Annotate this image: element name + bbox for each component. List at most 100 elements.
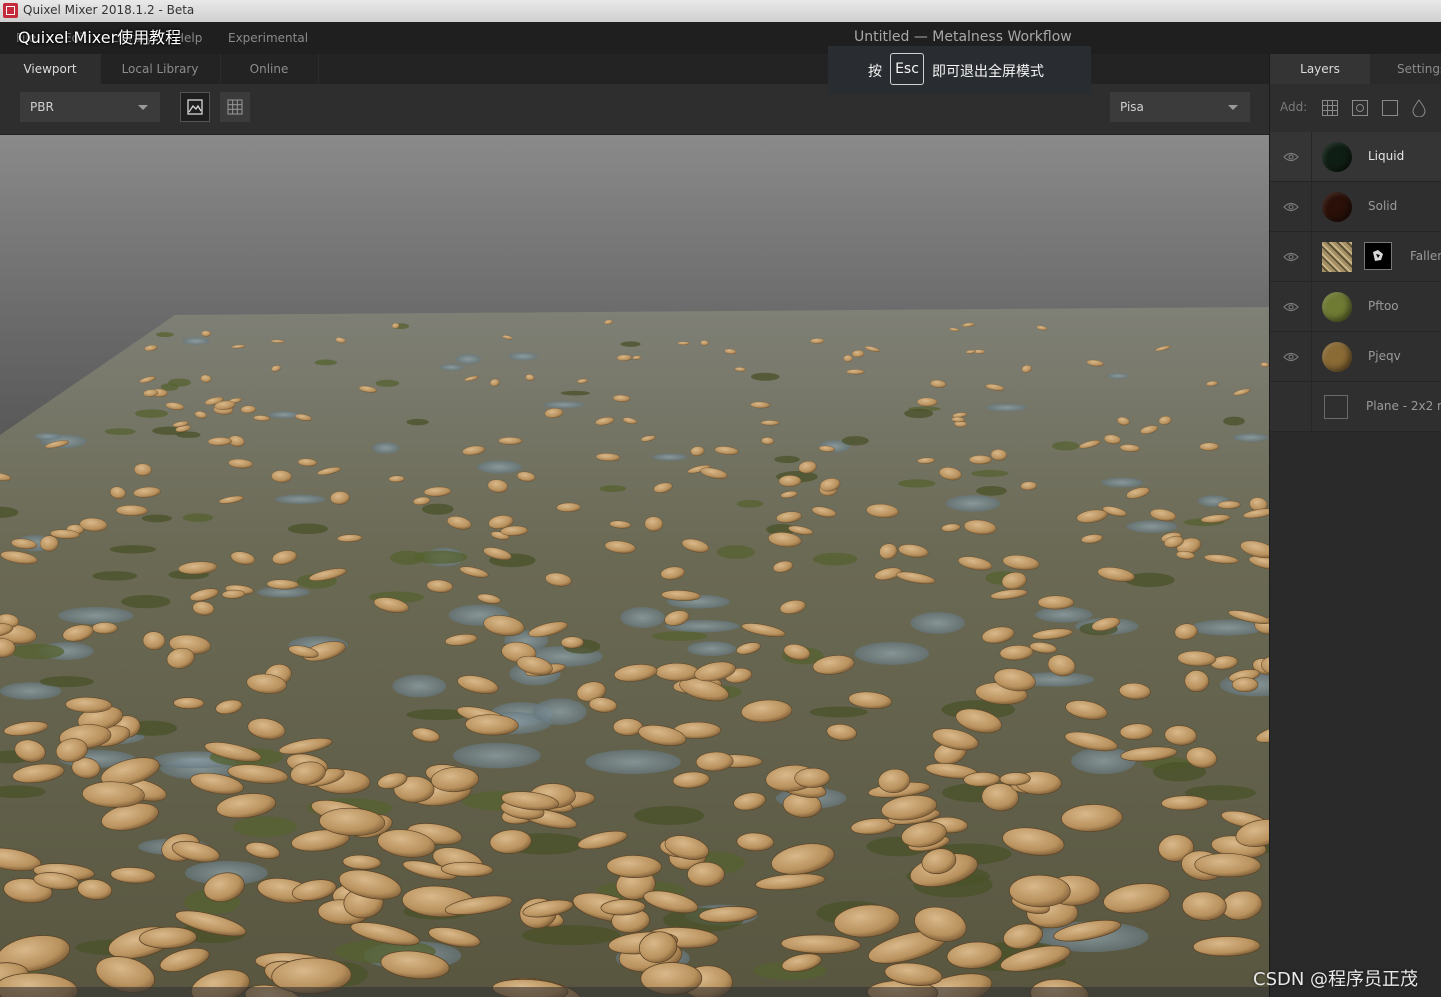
leaf (91, 622, 118, 634)
moss-patch (620, 341, 641, 347)
tab-online[interactable]: Online (220, 54, 319, 84)
watermark: CSDN @程序员正茂 (1253, 969, 1419, 990)
water-puddle (687, 641, 737, 657)
water-puddle (58, 606, 134, 625)
fullscreen-exit-hint: 按 Esc 即可退出全屏模式 (828, 46, 1091, 94)
grid-icon (227, 99, 243, 115)
water-puddle (372, 442, 400, 454)
document-title: Untitled — Metalness Workflow (854, 29, 1072, 45)
add-surface-icon[interactable] (1322, 100, 1338, 116)
layer-thumbnail (1322, 342, 1352, 372)
eye-icon[interactable] (1283, 201, 1299, 213)
3d-viewport[interactable] (0, 135, 1269, 997)
layer-visibility-cell (1270, 332, 1312, 381)
menu-experimental[interactable]: Experimental (228, 31, 308, 45)
leaf (1231, 677, 1259, 693)
water-puddle (1101, 477, 1143, 488)
layer-row[interactable]: Liquid (1270, 132, 1441, 182)
moss-patch (421, 503, 454, 515)
image-view-button[interactable] (180, 92, 210, 122)
moss-patch (287, 523, 328, 535)
layer-row[interactable]: Pftoo (1270, 282, 1441, 332)
leaf (760, 420, 780, 426)
water-puddle (508, 352, 538, 361)
layer-row[interactable]: Fallen (1270, 232, 1441, 282)
render-mode-select[interactable]: PBR (20, 92, 160, 122)
moss-patch (812, 552, 858, 566)
add-liquid-icon[interactable] (1412, 99, 1426, 117)
layer-name: Pftoo (1368, 299, 1399, 313)
moss-patch (599, 485, 627, 493)
moss-patch (141, 514, 172, 523)
add-solid-icon[interactable] (1382, 100, 1398, 116)
moss-patch (841, 436, 869, 446)
layer-name: Fallen (1410, 249, 1441, 263)
tab-layers[interactable]: Layers (1270, 54, 1370, 84)
layer-mask-thumbnail[interactable] (1364, 242, 1392, 270)
moss-patch (809, 706, 868, 718)
water-puddle (543, 401, 585, 409)
leaf (1217, 500, 1241, 509)
moss-patch (134, 409, 169, 418)
water-puddle (182, 337, 210, 346)
moss-patch (898, 479, 936, 488)
moss-patch (109, 545, 156, 554)
water-puddle (1126, 520, 1178, 533)
layer-thumbnail (1322, 292, 1352, 322)
water-puddle (532, 698, 587, 725)
chevron-down-icon (138, 105, 148, 110)
layer-row[interactable]: Pjeqv (1270, 332, 1441, 382)
moss-patch (156, 332, 174, 338)
plane-thumbnail (1324, 395, 1348, 419)
layer-row[interactable]: Plane - 2x2 m (1270, 382, 1441, 432)
leaf (560, 636, 584, 649)
layer-thumbnail (1322, 242, 1352, 272)
chevron-down-icon (1228, 105, 1238, 110)
moss-patch (10, 643, 65, 660)
water-puddle (33, 432, 62, 440)
moss-patch (314, 359, 338, 366)
esc-key-badge: Esc (890, 53, 924, 85)
window-title-bar: Quixel Mixer 2018.1.2 - Beta (0, 0, 1441, 22)
moss-patch (182, 513, 214, 522)
eye-icon[interactable] (1283, 151, 1299, 163)
moss-patch (651, 631, 708, 641)
moss-patch (774, 455, 800, 464)
water-puddle (585, 749, 681, 775)
leaf (39, 535, 59, 552)
water-puddle (1107, 373, 1129, 379)
leaf (21, 338, 37, 344)
grid-view-button[interactable] (220, 92, 250, 122)
eye-icon[interactable] (1283, 301, 1299, 313)
leaf (4, 387, 17, 396)
leaf (794, 767, 831, 788)
tab-viewport[interactable]: Viewport (0, 54, 101, 84)
moss-patch (904, 408, 934, 419)
water-puddle (986, 403, 1027, 412)
moss-patch (232, 816, 297, 838)
eye-icon[interactable] (1283, 251, 1299, 263)
menu-bar: File Edit Library Help Experimental Unti… (0, 22, 1441, 54)
water-puddle (392, 674, 447, 698)
eye-icon[interactable] (1283, 351, 1299, 363)
water-puddle (452, 742, 541, 769)
environment-value: Pisa (1120, 100, 1144, 114)
moss-patch (976, 485, 1007, 496)
tab-local-library[interactable]: Local Library (100, 54, 221, 84)
layer-visibility-cell (1270, 132, 1312, 181)
add-paint-icon[interactable] (1352, 100, 1368, 116)
hint-prefix: 按 (868, 64, 882, 80)
moss-patch (413, 550, 468, 564)
leaf (1009, 874, 1071, 908)
leaf (778, 475, 802, 487)
environment-select[interactable]: Pisa (1110, 92, 1250, 122)
moss-patch (971, 469, 1009, 477)
leaf (687, 861, 725, 887)
leaf (677, 341, 690, 345)
leaf (0, 355, 9, 364)
water-puddle (945, 495, 1001, 512)
layer-row[interactable]: Solid (1270, 182, 1441, 232)
tab-settings[interactable]: Settings (1371, 54, 1441, 84)
leaf (56, 372, 75, 381)
moss-patch (750, 372, 780, 381)
